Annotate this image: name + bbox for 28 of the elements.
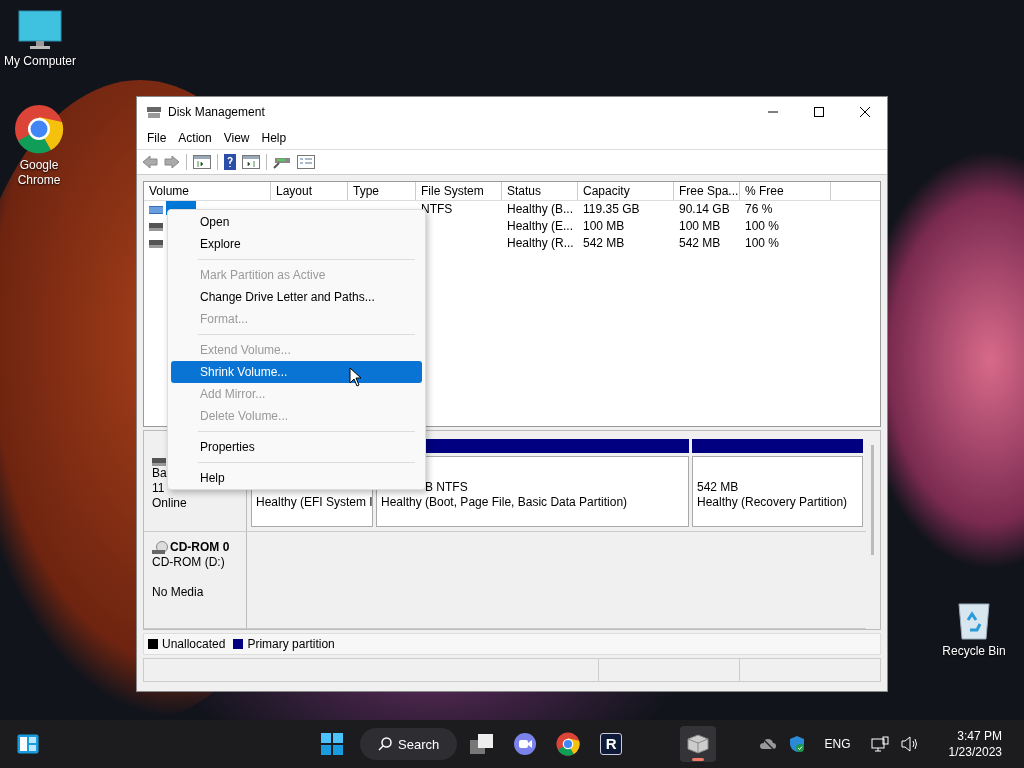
table-cell: 100 MB bbox=[583, 218, 625, 235]
table-cell: 542 MB bbox=[583, 235, 625, 252]
partition-status: Healthy (Recovery Partition) bbox=[697, 495, 849, 510]
legend-label: Unallocated bbox=[162, 637, 226, 651]
legend-label: Primary partition bbox=[247, 637, 335, 651]
disk-title: CD-ROM 0 bbox=[170, 540, 230, 555]
table-cell: Healthy (E... bbox=[507, 218, 574, 235]
app-logo: R bbox=[600, 733, 623, 755]
table-cell: 100 % bbox=[745, 235, 780, 252]
partition-size: 542 MB bbox=[697, 480, 739, 494]
table-cell: Healthy (R... bbox=[507, 235, 574, 252]
partition-size: B NTFS bbox=[425, 480, 468, 494]
table-cell: 119.35 GB bbox=[583, 201, 640, 218]
table-cell: 90.14 GB bbox=[679, 201, 730, 218]
disk-info: CD-ROM (D:) bbox=[152, 555, 225, 570]
disk-status: No Media bbox=[152, 585, 204, 600]
table-cell: 100 MB bbox=[679, 218, 721, 235]
partition-status: Healthy (Boot, Page File, Basic Data Partition) bbox=[381, 495, 629, 510]
table-cell: NTFS bbox=[421, 201, 453, 218]
table-cell: Healthy (B... bbox=[507, 201, 574, 218]
table-cell: 542 MB bbox=[679, 235, 721, 252]
partition-status: Healthy (EFI System I bbox=[256, 495, 372, 510]
table-cell: 76 % bbox=[745, 201, 773, 218]
disk-status: Online bbox=[152, 496, 187, 511]
table-cell: 100 % bbox=[745, 218, 780, 235]
disk-info: Ba bbox=[152, 466, 167, 481]
window-title: Disk Management bbox=[168, 105, 265, 119]
disk-info: 11 bbox=[152, 481, 165, 496]
